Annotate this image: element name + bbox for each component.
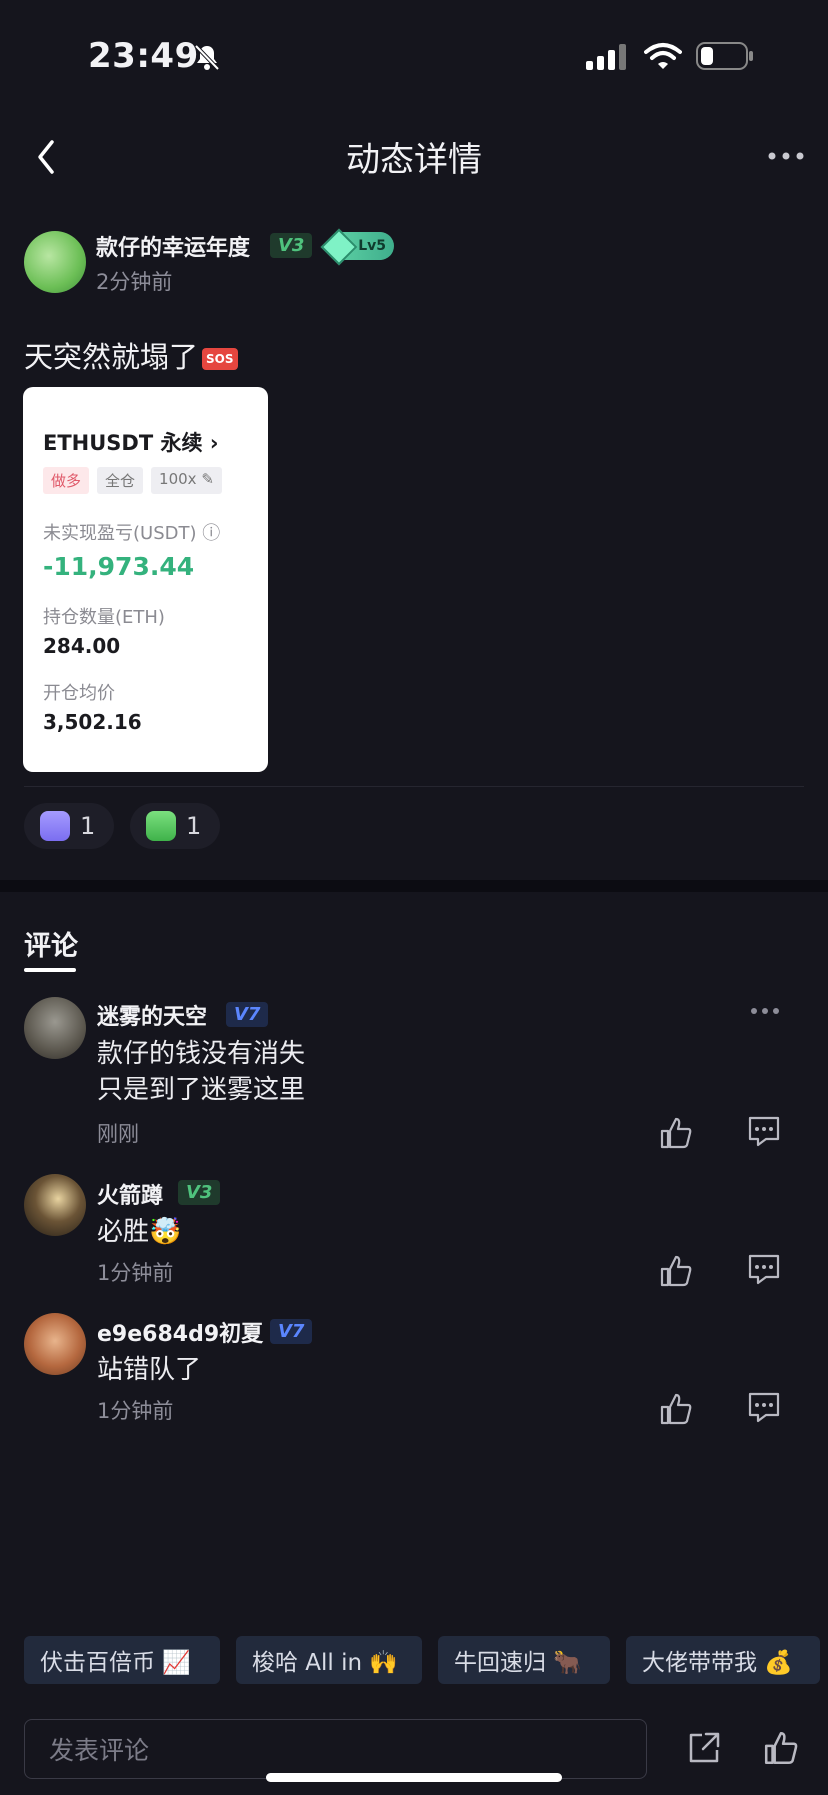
position-label: 持仓数量(ETH) (43, 607, 165, 628)
comment-more-icon[interactable] (750, 1006, 780, 1016)
post-text-content: 天突然就塌了 (24, 340, 199, 374)
tab-comments[interactable]: 评论 (24, 924, 78, 963)
tag-margin: 全仓 (97, 467, 144, 494)
share-icon[interactable] (686, 1730, 722, 1766)
quick-tag[interactable]: 伏击百倍币 📈 (24, 1636, 220, 1684)
like-icon[interactable] (658, 1115, 694, 1151)
comment-text: 只是到了迷雾这里 (97, 1075, 306, 1105)
tab-underline (24, 968, 76, 972)
wifi-icon (644, 43, 682, 69)
commenter-name[interactable]: e9e684d9初夏 (97, 1316, 263, 1348)
quick-tag[interactable]: 大佬带带我 💰 (626, 1636, 820, 1684)
like-icon[interactable] (658, 1391, 694, 1427)
comment-time: 1分钟前 (97, 1261, 174, 1285)
comment-text: 必胜🤯 (97, 1217, 182, 1247)
commenter-avatar[interactable] (24, 1313, 86, 1375)
post-like-icon[interactable] (762, 1729, 800, 1767)
page-title: 动态详情 (346, 140, 482, 180)
comment-text: 站错队了 (97, 1355, 202, 1385)
quick-tag[interactable]: 梭哈 All in 🙌 (236, 1636, 422, 1684)
reaction-chip[interactable]: 1 (130, 803, 220, 849)
reaction-count: 1 (80, 812, 96, 840)
commenter-avatar[interactable] (24, 1174, 86, 1236)
author-level-badge: Lv5 (320, 228, 394, 266)
comment-input[interactable]: 发表评论 (24, 1719, 647, 1779)
entry-value: 3,502.16 (43, 710, 142, 734)
like-icon[interactable] (658, 1253, 694, 1289)
divider (24, 786, 804, 787)
position-card-image[interactable]: ETHUSDT 永续 › 做多 全仓 100x ✎ 未实现盈亏(USDT) ⓘ … (23, 387, 268, 772)
reaction-chip[interactable]: 1 (24, 803, 114, 849)
chevron-right-icon: › (209, 431, 219, 455)
pnl-label-text: 未实现盈亏(USDT) (43, 523, 197, 544)
commenter-name[interactable]: 火箭蹲 (97, 1178, 163, 1210)
author-avatar[interactable] (24, 231, 86, 293)
home-indicator (266, 1773, 562, 1782)
pnl-label: 未实现盈亏(USDT) ⓘ (43, 519, 220, 545)
post-text: 天突然就塌了 SOS (24, 334, 238, 376)
commenter-name[interactable]: 迷雾的天空 (97, 999, 207, 1031)
position-value: 284.00 (43, 634, 121, 658)
author-name[interactable]: 款仔的幸运年度 (96, 230, 250, 262)
signal-icon (586, 44, 626, 70)
card-title: ETHUSDT 永续 › (43, 427, 218, 457)
info-icon: ⓘ (202, 523, 221, 544)
comment-time: 1分钟前 (97, 1399, 174, 1423)
card-tags: 做多 全仓 100x ✎ (43, 467, 222, 494)
reaction-count: 1 (186, 812, 202, 840)
tag-leverage: 100x ✎ (151, 467, 222, 494)
sos-emoji-icon: SOS (202, 348, 238, 370)
reply-icon[interactable] (746, 1251, 782, 1287)
tag-long: 做多 (43, 467, 90, 494)
post-time: 2分钟前 (96, 270, 173, 294)
more-options-icon[interactable] (766, 146, 806, 166)
card-title-text: ETHUSDT 永续 (43, 431, 203, 455)
bell-muted-icon (194, 44, 220, 71)
level-label: Lv5 (358, 238, 386, 254)
entry-label: 开仓均价 (43, 683, 115, 704)
section-divider (0, 880, 828, 892)
quick-tag[interactable]: 牛回速归 🐂 (438, 1636, 610, 1684)
pnl-value: -11,973.44 (43, 552, 195, 581)
comment-time: 刚刚 (97, 1122, 139, 1146)
edit-icon: ✎ (201, 470, 214, 488)
frog-emoji-icon (146, 811, 176, 841)
reply-icon[interactable] (746, 1113, 782, 1149)
author-vip-badge: V3 (270, 233, 313, 258)
commenter-avatar[interactable] (24, 997, 86, 1059)
reply-icon[interactable] (746, 1389, 782, 1425)
commenter-vip-badge: V7 (226, 1002, 269, 1027)
comment-text: 款仔的钱没有消失 (97, 1039, 306, 1069)
commenter-vip-badge: V7 (270, 1319, 313, 1344)
battery-icon (696, 42, 753, 70)
leverage-text: 100x (159, 470, 197, 488)
robot-emoji-icon (40, 811, 70, 841)
diamond-icon (320, 228, 358, 266)
status-time: 23:49 (88, 36, 199, 76)
commenter-vip-badge: V3 (178, 1180, 221, 1205)
